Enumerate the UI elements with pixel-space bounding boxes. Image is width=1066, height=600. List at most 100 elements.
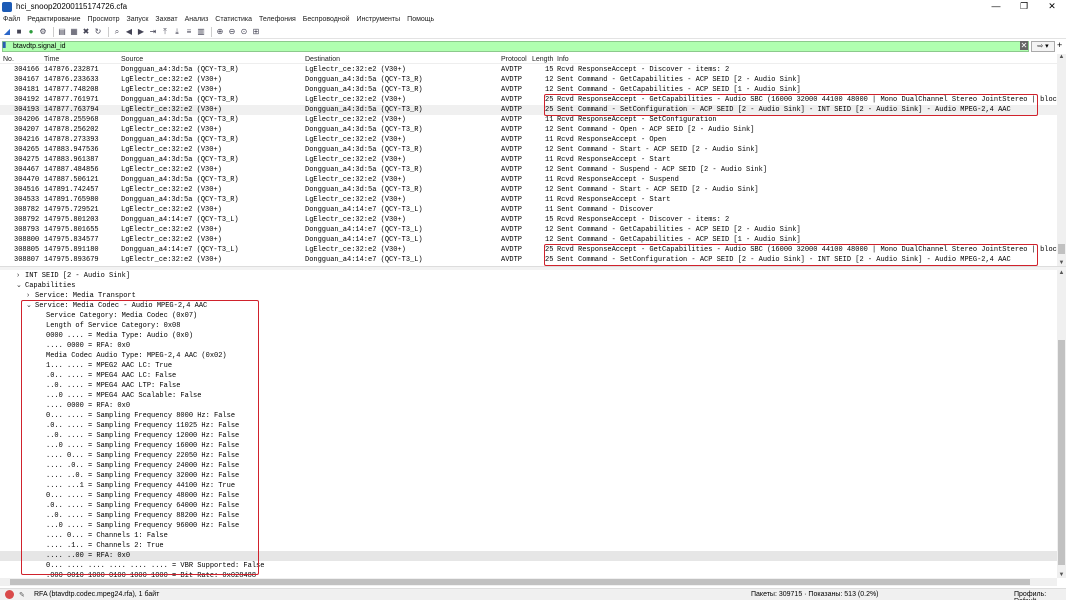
menu-telephony[interactable]: Телефония <box>259 16 296 23</box>
packet-row[interactable]: 304216 147878.273393 Dongguan_a4:3d:5a (QC… <box>0 135 1057 145</box>
packet-protocol: AVDTP <box>501 216 523 224</box>
maximize-button[interactable]: ❐ <box>1010 0 1038 13</box>
menu-analyze[interactable]: Анализ <box>185 16 209 23</box>
autoscroll-icon[interactable]: ≡ <box>184 27 194 37</box>
packet-protocol: AVDTP <box>501 226 523 234</box>
first-icon[interactable]: ⤒ <box>160 27 170 37</box>
packet-row[interactable]: 304470 147887.506121 Dongguan_a4:3d:5a (QC… <box>0 175 1057 185</box>
packet-row[interactable]: 304265 147883.947536 LgElectr_ce:32:e2 (V3… <box>0 145 1057 155</box>
details-horizontal-scrollbar[interactable] <box>0 578 1057 586</box>
packet-row[interactable]: 308793 147975.801655 LgElectr_ce:32:e2 (V3… <box>0 225 1057 235</box>
filter-history-dropdown[interactable]: ⇨ ▾ <box>1031 41 1055 52</box>
column-header-length[interactable]: Length <box>532 56 553 63</box>
column-header-no[interactable]: No. <box>3 56 14 63</box>
packet-row[interactable]: 308782 147975.729521 LgElectr_ce:32:e2 (V3… <box>0 205 1057 215</box>
goto-icon[interactable]: ⇥ <box>148 27 158 37</box>
packet-time: 147887.484856 <box>44 166 99 174</box>
packet-details-tree: › INT SEID [2 - Audio Sink] ⌄ Capabilities ›… <box>0 270 1057 578</box>
packet-length: 11 <box>545 136 554 144</box>
open-icon[interactable]: ▤ <box>57 27 67 37</box>
details-scrollbar[interactable]: ▲ ▼ <box>1057 270 1066 578</box>
display-filter-bar: btavdtp.signal_id ▮ ✕ ⇨ ▾ + <box>0 40 1066 52</box>
packet-row[interactable]: 304533 147891.765980 Dongguan_a4:3d:5a (QC… <box>0 195 1057 205</box>
column-header-destination[interactable]: Destination <box>305 56 340 63</box>
stop-icon[interactable]: ■ <box>14 27 24 37</box>
scrollbar-thumb[interactable] <box>1058 340 1065 565</box>
detail-row[interactable]: ⌄ Capabilities <box>0 281 1057 291</box>
packet-row[interactable]: 304467 147887.484856 LgElectr_ce:32:e2 (V3… <box>0 165 1057 175</box>
packet-row[interactable]: 304275 147883.961387 Dongguan_a4:3d:5a (QC… <box>0 155 1057 165</box>
menu-edit[interactable]: Редактирование <box>27 16 80 23</box>
scroll-down-icon[interactable]: ▼ <box>1057 572 1066 578</box>
restart-icon[interactable]: ● <box>26 27 36 37</box>
packet-no: 304265 <box>14 146 40 154</box>
packet-protocol: AVDTP <box>501 196 523 204</box>
scrollbar-thumb[interactable] <box>10 579 1030 585</box>
menu-help[interactable]: Помощь <box>407 16 434 23</box>
options-icon[interactable]: ⚙ <box>38 27 48 37</box>
packet-row[interactable]: 304207 147878.256202 LgElectr_ce:32:e2 (V3… <box>0 125 1057 135</box>
status-bar: ✎ RFA (btavdtp.codec.mpeg24.rfa), 1 байт… <box>0 588 1066 600</box>
scrollbar-thumb[interactable] <box>1058 244 1065 254</box>
menu-go[interactable]: Запуск <box>127 16 149 23</box>
column-header-source[interactable]: Source <box>121 56 143 63</box>
status-field-info: RFA (btavdtp.codec.mpeg24.rfa), 1 байт <box>34 591 160 598</box>
packet-time: 147975.801203 <box>44 216 99 224</box>
forward-icon[interactable]: ▶ <box>136 27 146 37</box>
packet-source: LgElectr_ce:32:e2 (V30+) <box>121 226 222 234</box>
close-file-icon[interactable]: ✖ <box>81 27 91 37</box>
minimize-button[interactable]: — <box>982 0 1010 13</box>
packet-length: 11 <box>545 176 554 184</box>
find-icon[interactable]: ⌕ <box>112 27 122 37</box>
packet-info: Sent Command - GetCapabilities - ACP SEI… <box>557 76 801 84</box>
menu-view[interactable]: Просмотр <box>88 16 120 23</box>
last-icon[interactable]: ⤓ <box>172 27 182 37</box>
menu-file[interactable]: Файл <box>3 16 20 23</box>
detail-row[interactable]: › INT SEID [2 - Audio Sink] <box>0 271 1057 281</box>
packet-protocol: AVDTP <box>501 206 523 214</box>
add-filter-button[interactable]: + <box>1057 40 1065 50</box>
menu-tools[interactable]: Инструменты <box>357 16 401 23</box>
packet-protocol: AVDTP <box>501 256 523 264</box>
packet-no: 304275 <box>14 156 40 164</box>
colorize-icon[interactable]: ▥ <box>196 27 206 37</box>
scroll-up-icon[interactable]: ▲ <box>1057 54 1066 60</box>
expert-info-icon[interactable] <box>5 590 14 599</box>
expand-chevron-down-icon[interactable]: ⌄ <box>16 281 22 291</box>
resize-columns-icon[interactable]: ⊞ <box>251 27 261 37</box>
menu-capture[interactable]: Захват <box>155 16 177 23</box>
packet-row[interactable]: 304167 147876.233633 LgElectr_ce:32:e2 (V3… <box>0 75 1057 85</box>
packet-list-scrollbar[interactable]: ▲ ▼ <box>1057 54 1066 266</box>
back-icon[interactable]: ◀ <box>124 27 134 37</box>
packet-info: Rcvd ResponseAccept - Suspend <box>557 176 679 184</box>
packet-row[interactable]: 308792 147975.801203 Dongguan_a4:14:e7 (QC… <box>0 215 1057 225</box>
packet-time: 147891.765980 <box>44 196 99 204</box>
display-filter-input[interactable]: btavdtp.signal_id <box>2 41 1029 52</box>
packet-row[interactable]: 304166 147876.232871 Dongguan_a4:3d:5a (QC… <box>0 65 1057 75</box>
packet-source: Dongguan_a4:3d:5a (QCY-T3_R) <box>121 156 239 164</box>
packet-row[interactable]: 304206 147878.255968 Dongguan_a4:3d:5a (QC… <box>0 115 1057 125</box>
zoom-in-icon[interactable]: ⊕ <box>215 27 225 37</box>
reload-icon[interactable]: ↻ <box>93 27 103 37</box>
packet-protocol: AVDTP <box>501 86 523 94</box>
column-header-time[interactable]: Time <box>44 56 59 63</box>
packet-time: 147975.801655 <box>44 226 99 234</box>
shark-fin-icon[interactable]: ◢ <box>2 27 12 37</box>
status-profile[interactable]: Профиль: Default <box>1014 591 1066 600</box>
bookmark-icon[interactable]: ▮ <box>2 40 10 49</box>
packet-protocol: AVDTP <box>501 146 523 154</box>
scroll-up-icon[interactable]: ▲ <box>1057 270 1066 276</box>
expand-chevron-right-icon[interactable]: › <box>16 271 20 281</box>
packet-row[interactable]: 304516 147891.742457 LgElectr_ce:32:e2 (V3… <box>0 185 1057 195</box>
column-header-info[interactable]: Info <box>557 56 569 63</box>
packet-time: 147883.947536 <box>44 146 99 154</box>
close-window-button[interactable]: ✕ <box>1038 0 1066 13</box>
menu-statistics[interactable]: Статистика <box>215 16 252 23</box>
save-icon[interactable]: ▦ <box>69 27 79 37</box>
menu-wireless[interactable]: Беспроводной <box>303 16 350 23</box>
zoom-reset-icon[interactable]: ⊙ <box>239 27 249 37</box>
edit-comment-icon[interactable]: ✎ <box>19 591 25 599</box>
zoom-out-icon[interactable]: ⊖ <box>227 27 237 37</box>
clear-filter-button[interactable]: ✕ <box>1020 41 1028 50</box>
column-header-protocol[interactable]: Protocol <box>501 56 527 63</box>
